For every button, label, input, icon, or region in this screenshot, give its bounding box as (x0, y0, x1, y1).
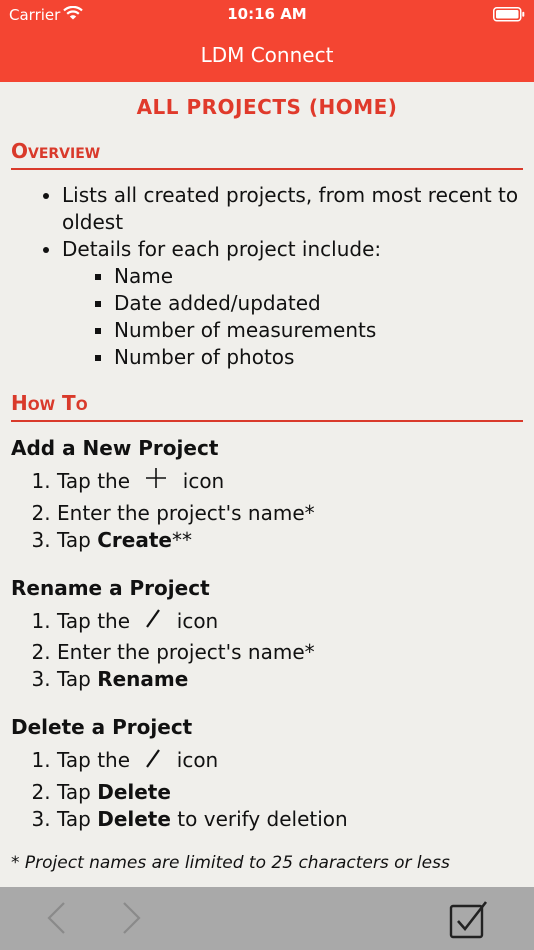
delete-project-heading: Delete a Project (11, 715, 193, 739)
list-item: Name (114, 263, 534, 290)
add-project-heading: Add a New Project (11, 436, 219, 460)
rename-project-heading: Rename a Project (11, 575, 210, 600)
pencil-icon (144, 745, 162, 779)
list-item: Tap Delete to verify deletion (57, 806, 534, 833)
list-item: Lists all created projects, from most re… (62, 182, 534, 236)
clock: 10:16 AM (227, 5, 307, 23)
plus-icon (144, 466, 168, 500)
list-item: Enter the project's name* (57, 500, 534, 527)
rename-project-steps: Tap the icon Enter the project's name* T… (0, 604, 534, 694)
list-item: Tap Create** (57, 527, 534, 554)
overview-list: Lists all created projects, from most re… (0, 182, 534, 371)
list-item: Enter the project's name* (57, 639, 534, 666)
pencil-icon (144, 605, 162, 639)
list-item: Details for each project include: Name D… (62, 236, 534, 371)
list-item: Tap the icon (57, 604, 534, 640)
list-item: Number of photos (114, 344, 534, 371)
help-content[interactable]: ALL PROJECTS (HOME) Overview Lists all c… (0, 82, 534, 887)
add-project-steps: Tap the icon Enter the project's name* T… (0, 464, 534, 554)
chevron-right-icon[interactable] (118, 901, 144, 939)
bottom-toolbar (0, 887, 534, 950)
battery-icon (493, 7, 525, 26)
checkbox-icon[interactable] (448, 900, 490, 944)
list-item: Tap Rename (57, 666, 534, 693)
delete-project-steps: Tap the icon Tap Delete Tap Delete to ve… (0, 743, 534, 833)
chevron-left-icon[interactable] (44, 901, 70, 939)
details-list: Name Date added/updated Number of measur… (62, 263, 534, 371)
list-item: Number of measurements (114, 317, 534, 344)
overview-heading: Overview (11, 139, 523, 170)
list-item: Tap the icon (57, 743, 534, 779)
howto-heading: How To (11, 391, 523, 422)
page-title: ALL PROJECTS (HOME) (136, 95, 398, 119)
footnote: * Project names are limited to 25 charac… (11, 852, 450, 873)
list-item: Tap Delete (57, 779, 534, 806)
list-item: Date added/updated (114, 290, 534, 317)
list-item: Tap the icon (57, 464, 534, 500)
nav-title: LDM Connect (200, 43, 334, 67)
status-bar: Carrier 10:16 AM (0, 0, 534, 28)
header: Carrier 10:16 AM LDM Connect (0, 0, 534, 82)
